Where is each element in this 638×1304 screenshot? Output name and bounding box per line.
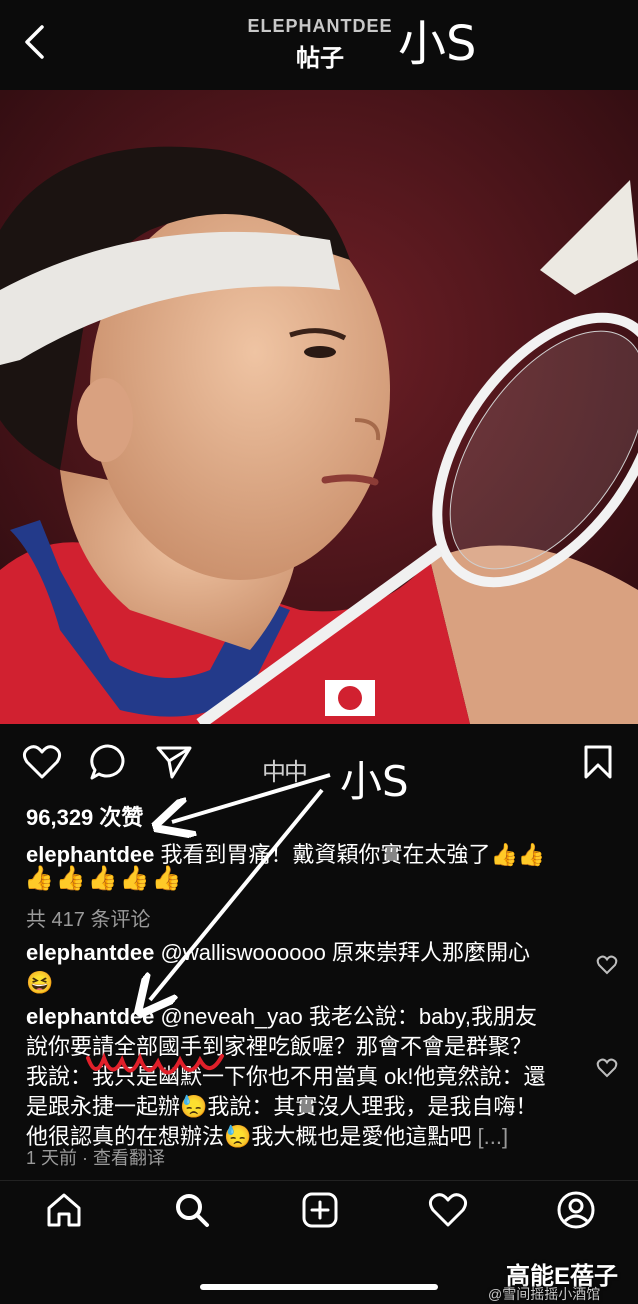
- comment-text: @neveah_yao 我老公說：baby,我朋友: [160, 1004, 538, 1029]
- caption-text: 我看到胃痛！戴資穎你實在太強了👍👍: [160, 842, 546, 867]
- comment-meta: 1 天前 · 查看翻译: [26, 1144, 165, 1170]
- nav-home-button[interactable]: [36, 1182, 92, 1238]
- comment-text-line: 我說：我只是幽默一下你也不用當真 ok!他竟然說：還: [26, 1064, 546, 1089]
- caption-emojis: 👍👍👍👍👍: [24, 865, 184, 892]
- activity-heart-icon: [428, 1193, 468, 1227]
- home-icon: [47, 1193, 81, 1227]
- comment-more-link[interactable]: [...]: [478, 1124, 509, 1149]
- post-photo[interactable]: [0, 90, 638, 724]
- back-button[interactable]: [16, 22, 52, 62]
- nav-profile-button[interactable]: [548, 1182, 604, 1238]
- home-indicator[interactable]: [200, 1284, 438, 1290]
- comment-emoji: 😆: [26, 970, 54, 995]
- comment-like-button[interactable]: [596, 1058, 622, 1082]
- translate-link[interactable]: 查看翻译: [93, 1148, 165, 1168]
- annotation-mark-top: 小S: [398, 16, 477, 72]
- comment-timestamp: 1 天前: [26, 1148, 78, 1168]
- like-count[interactable]: 96,329 次赞: [26, 800, 143, 832]
- heart-icon: [596, 955, 618, 975]
- comment-text-line: 說你要請全部國手到家裡吃飯喔？那會不會是群聚？: [26, 1034, 533, 1059]
- comment-button[interactable]: [86, 740, 130, 784]
- meta-separator: ·: [77, 1148, 94, 1168]
- bookmark-icon: [584, 745, 612, 779]
- comment-username[interactable]: elephantdee: [26, 1004, 154, 1029]
- nav-search-button[interactable]: [164, 1182, 220, 1238]
- view-all-comments-link[interactable]: 共 417 条评论: [26, 903, 150, 932]
- comment-like-button[interactable]: [596, 955, 622, 979]
- comment-text-line: 是跟永捷一起辦😓我說：其實沒人理我，是我自嗨！: [26, 1094, 538, 1119]
- speech-bubble-icon: [90, 744, 125, 780]
- annotation-mark: 小S: [340, 757, 409, 806]
- like-button[interactable]: [20, 740, 64, 784]
- comment-item: elephantdee @neveah_yao 我老公說：baby,我朋友 說你…: [26, 1002, 586, 1152]
- nav-create-button[interactable]: [292, 1182, 348, 1238]
- watermark-handle: @雪间摇摇小酒馆: [488, 1286, 601, 1302]
- comment-username[interactable]: elephantdee: [26, 940, 154, 965]
- profile-icon: [557, 1191, 595, 1229]
- add-post-icon: [302, 1192, 338, 1228]
- save-button[interactable]: [576, 740, 620, 784]
- heart-icon: [596, 1058, 618, 1078]
- search-icon: [176, 1194, 209, 1227]
- chevron-left-icon: [25, 25, 44, 59]
- nav-activity-button[interactable]: [420, 1182, 476, 1238]
- heart-icon: [22, 745, 62, 779]
- send-icon: [156, 746, 192, 779]
- comment-item: elephantdee @walliswoooooo 原來崇拜人那麼開心 😆: [26, 938, 586, 998]
- share-button[interactable]: [152, 740, 196, 784]
- comment-text: @walliswoooooo 原來崇拜人那麼開心: [160, 940, 531, 965]
- annotation-ghost-text: 中中: [262, 758, 308, 786]
- header-username[interactable]: ELEPHANTDEE: [240, 16, 400, 37]
- page-title: 帖子: [296, 45, 344, 72]
